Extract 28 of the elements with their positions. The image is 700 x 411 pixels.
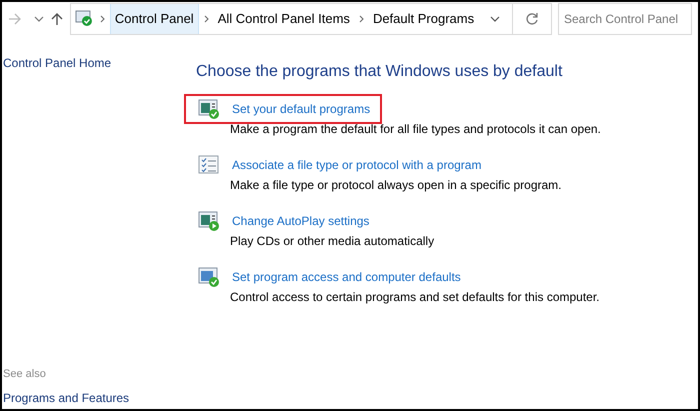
program-window-icon <box>198 98 220 120</box>
home-link[interactable]: Control Panel Home <box>3 54 192 72</box>
search-field[interactable]: Search Control Panel <box>558 3 692 35</box>
breadcrumb[interactable]: All Control Panel Items <box>214 4 354 34</box>
page-title: Choose the programs that Windows uses by default <box>196 62 564 82</box>
see-also-heading: See also <box>3 366 47 382</box>
task-link[interactable]: Set your default programs <box>232 100 370 118</box>
checklist-icon <box>198 154 220 176</box>
see-also-link[interactable]: Programs and Features <box>3 389 192 407</box>
task-description: Make a file type or protocol always open in a specific program. <box>230 177 562 194</box>
dropdown-caret-icon[interactable] <box>34 16 44 22</box>
program-window-icon <box>198 210 220 232</box>
task-link[interactable]: Associate a file type or protocol with a program <box>232 156 482 174</box>
breadcrumb[interactable]: Default Programs <box>368 4 478 34</box>
refresh-icon[interactable] <box>525 12 540 26</box>
breadcrumb[interactable]: Control Panel <box>110 4 199 34</box>
task-link[interactable]: Change AutoPlay settings <box>232 212 370 230</box>
control-panel-icon <box>75 10 95 28</box>
chevron-icon <box>100 15 105 23</box>
up-arrow-icon[interactable] <box>50 12 64 26</box>
task-description: Make a program the default for all file types and protocols it can open. <box>230 121 601 138</box>
task-description: Play CDs or other media automatically <box>230 233 436 250</box>
chevron-icon <box>204 15 209 23</box>
task-description: Control access to certain programs and set defaults for this computer. <box>230 289 601 306</box>
chevron-icon <box>358 15 364 23</box>
dropdown-caret-icon[interactable] <box>490 16 500 22</box>
program-window-icon <box>198 266 220 288</box>
task-link[interactable]: Set program access and computer defaults <box>232 268 461 286</box>
